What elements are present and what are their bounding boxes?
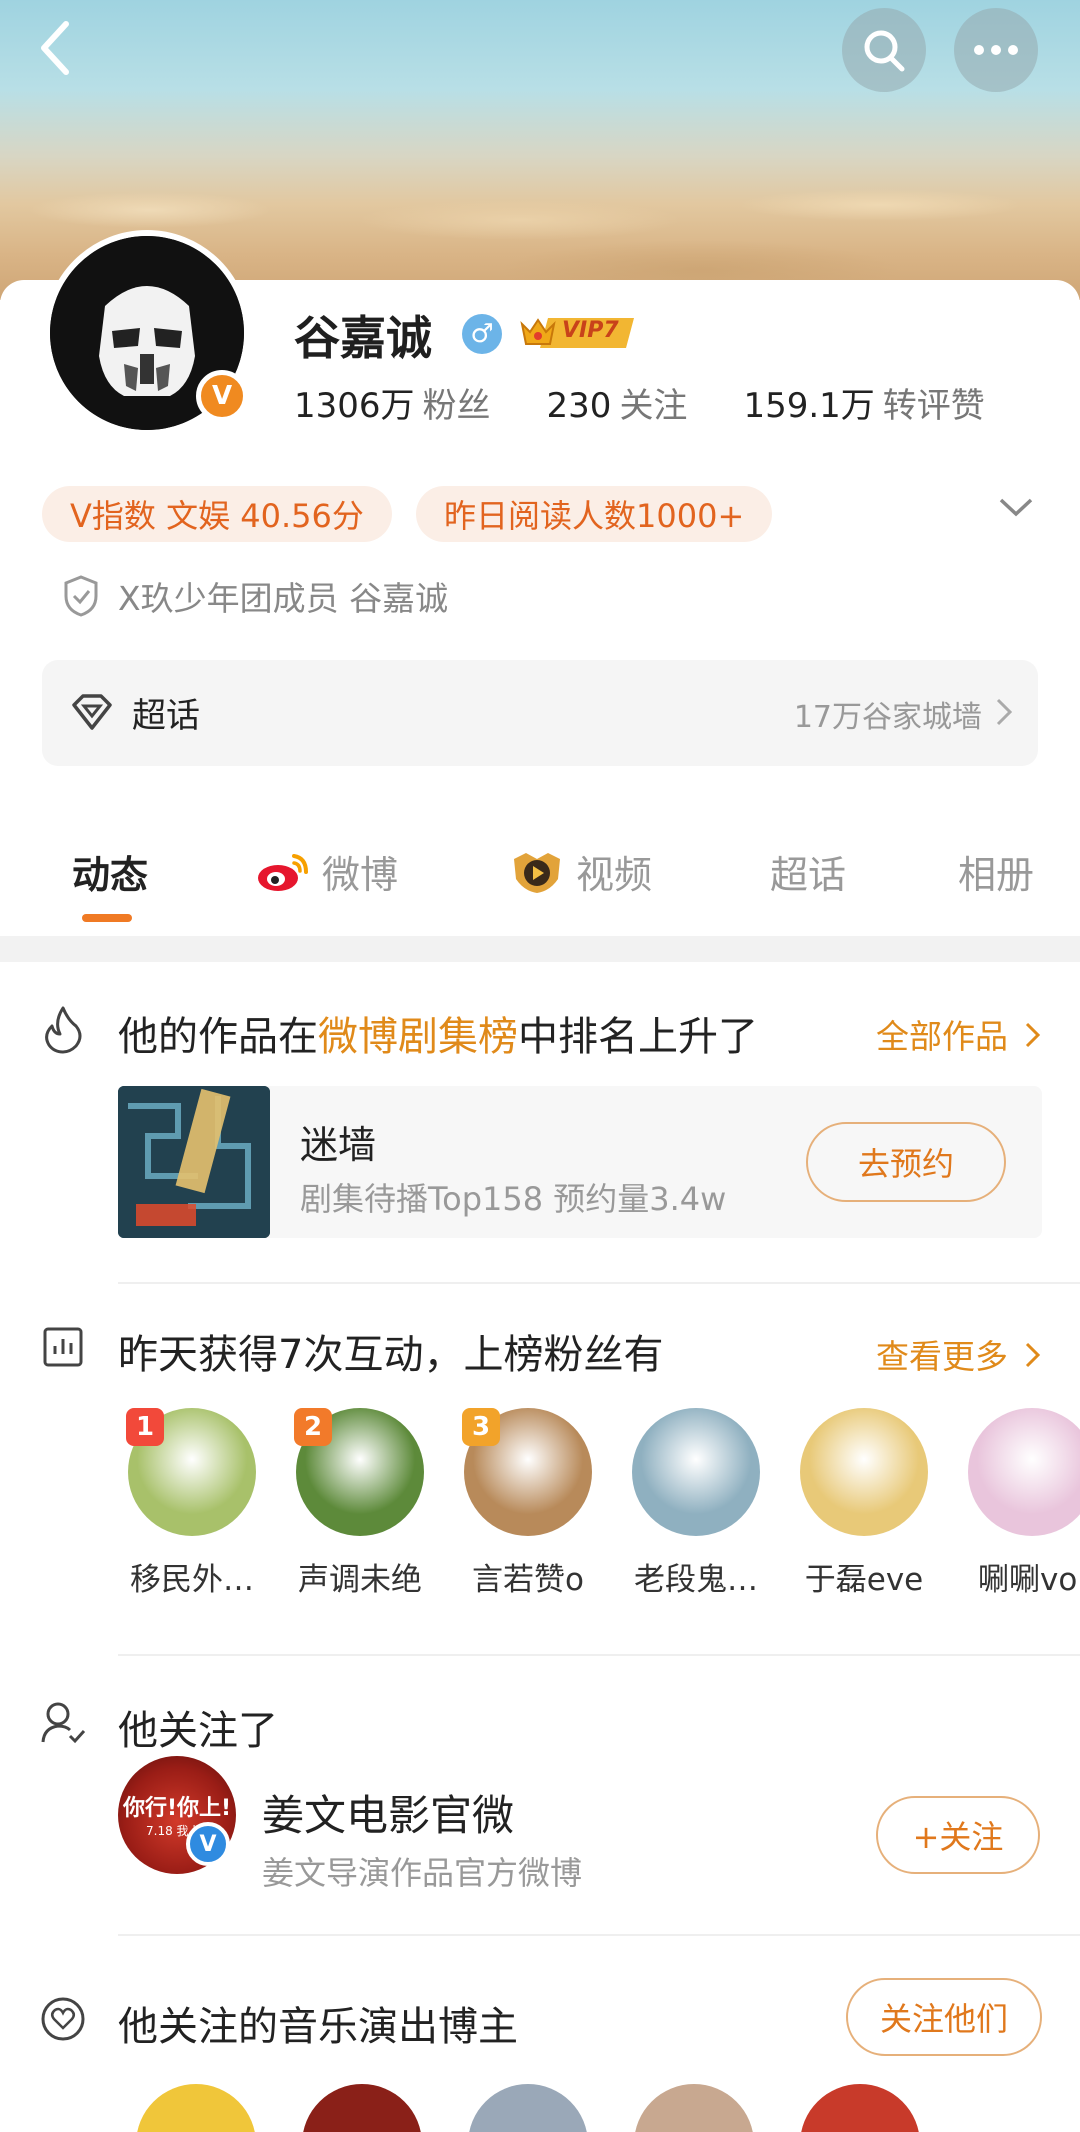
super-topic-entry[interactable]: 超话 17万谷家城墙 xyxy=(42,660,1038,766)
super-topic-label: 超话 xyxy=(132,696,200,736)
shield-check-icon xyxy=(64,575,98,617)
fan-name: 老段鬼… xyxy=(634,1562,758,1598)
all-works-link[interactable]: 全部作品 xyxy=(876,1010,1041,1058)
fan-rank-badge: 2 xyxy=(294,1408,332,1446)
user-follow-icon xyxy=(41,1702,86,1744)
vip-badge[interactable]: VIP7 xyxy=(518,310,640,354)
profile-stats: 1306万 粉丝 230 关注 159.1万 转评赞 xyxy=(294,378,1041,427)
fan-item[interactable]: 唰唰voi xyxy=(966,1408,1080,1599)
fan-rank-badge: 1 xyxy=(126,1408,164,1446)
tab-video[interactable]: 视频 xyxy=(510,844,652,899)
fan-name: 声调未绝 xyxy=(298,1562,422,1598)
tab-dynamic[interactable]: 动态 xyxy=(72,844,148,899)
fan-item[interactable]: 于磊eve xyxy=(798,1408,930,1599)
fan-avatar xyxy=(968,1408,1080,1536)
super-topic-right-text: 17万谷家城墙 xyxy=(793,700,982,735)
follow-button[interactable]: +关注 xyxy=(876,1796,1040,1874)
music-section-title: 他关注的音乐演出博主 xyxy=(118,2004,518,2050)
verified-orange-badge: V xyxy=(196,370,248,422)
work-poster xyxy=(118,1086,270,1238)
bar-chart-icon xyxy=(43,1327,83,1367)
following-desc: 姜文导演作品官方微博 xyxy=(262,1854,583,1892)
flame-icon xyxy=(45,1006,82,1054)
reserve-button[interactable]: 去预约 xyxy=(806,1122,1006,1202)
yesterday-readers-pill[interactable]: 昨日阅读人数1000+ xyxy=(416,486,773,542)
fan-item[interactable]: 3 言若赞o xyxy=(462,1408,594,1599)
fan-name: 于磊eve xyxy=(804,1562,924,1598)
stat-interactions[interactable]: 159.1万 转评赞 xyxy=(743,378,984,427)
fan-name: 唰唰voi xyxy=(978,1562,1080,1598)
verification-info: X玖少年团成员 谷嘉诚 xyxy=(62,572,448,620)
active-tab-indicator xyxy=(82,914,132,922)
v-index-pill[interactable]: V指数 文娱 40.56分 xyxy=(42,486,392,542)
follow-them-button[interactable]: 关注他们 xyxy=(846,1978,1042,2056)
separator xyxy=(118,1282,1080,1284)
profile-tabs: 动态 微博 视频 超话 相册 xyxy=(0,830,1080,930)
following-name[interactable]: 姜文电影官微 xyxy=(262,1782,514,1843)
verified-blue-badge: V xyxy=(186,1822,230,1866)
chevron-right-icon xyxy=(996,698,1012,726)
expand-chevron-down-icon[interactable] xyxy=(998,496,1034,524)
super-topic-diamond-icon xyxy=(72,694,112,730)
profile-name: 谷嘉诚 xyxy=(294,311,432,365)
fans-section-title: 昨天获得7次互动，上榜粉丝有 xyxy=(118,1332,664,1378)
heart-circle-icon xyxy=(41,1997,85,2041)
stat-fans[interactable]: 1306万 粉丝 xyxy=(294,378,491,427)
stat-following[interactable]: 230 关注 xyxy=(547,378,688,427)
work-title: 迷墙 xyxy=(300,1123,377,1167)
fan-avatar xyxy=(800,1408,928,1536)
back-button[interactable] xyxy=(30,18,80,78)
more-options-button[interactable] xyxy=(954,8,1038,92)
tab-album[interactable]: 相册 xyxy=(958,844,1034,899)
more-dots-icon xyxy=(974,45,1018,55)
search-button[interactable] xyxy=(842,8,926,92)
weibo-logo-icon xyxy=(258,853,308,891)
search-icon xyxy=(864,30,905,72)
male-gender-icon: ♂ xyxy=(462,314,502,354)
back-arrow-icon xyxy=(41,21,69,75)
fan-item[interactable]: 老段鬼… xyxy=(630,1408,762,1599)
works-section-title: 他的作品在微博剧集榜中排名上升了 xyxy=(118,1014,758,1060)
tab-weibo[interactable]: 微博 xyxy=(254,844,398,899)
see-more-link[interactable]: 查看更多 xyxy=(876,1330,1041,1378)
tab-super-topic[interactable]: 超话 xyxy=(770,844,846,899)
video-badge-icon xyxy=(514,852,560,893)
work-card[interactable]: 迷墙 剧集待播Top158 预约量3.4w 去预约 xyxy=(118,1086,1042,1238)
separator xyxy=(118,1934,1080,1936)
fan-name: 言若赞o xyxy=(472,1562,584,1598)
section-divider xyxy=(0,936,1080,962)
work-subtitle: 剧集待播Top158 预约量3.4w xyxy=(300,1180,727,1218)
chevron-right-icon xyxy=(1025,1342,1040,1368)
following-section-title: 他关注了 xyxy=(118,1708,278,1754)
separator xyxy=(118,1654,1080,1656)
fan-item[interactable]: 2 声调未绝 xyxy=(294,1408,426,1599)
chevron-right-icon xyxy=(1025,1022,1040,1048)
fan-rank-badge: 3 xyxy=(462,1408,500,1446)
fan-item[interactable]: 1 移民外… xyxy=(126,1408,258,1599)
fan-avatar xyxy=(632,1408,760,1536)
fan-name: 移民外… xyxy=(130,1562,254,1598)
